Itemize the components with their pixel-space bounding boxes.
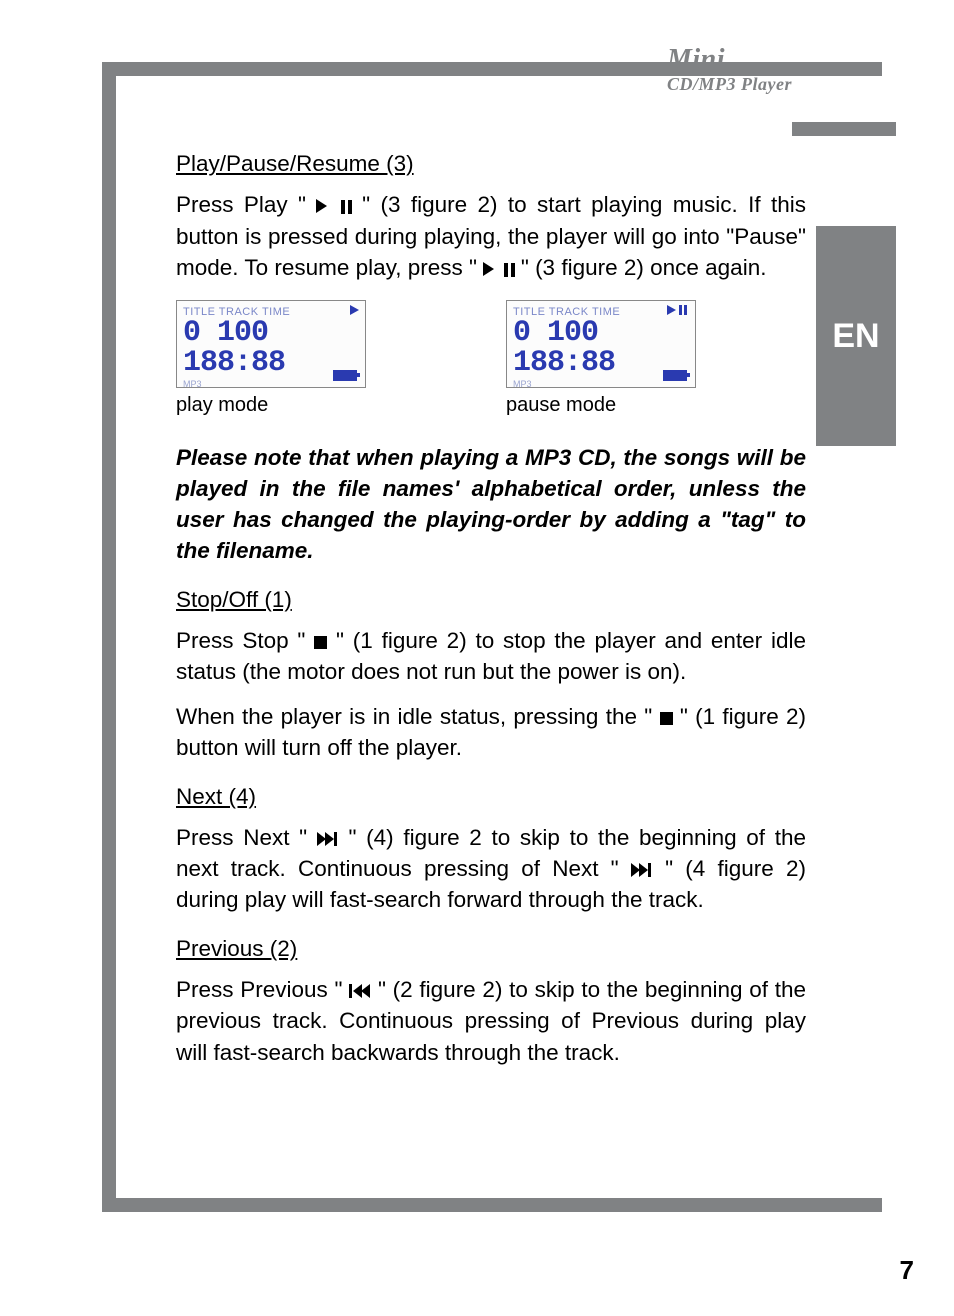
text: Press Previous ": [176, 977, 343, 1002]
text: Press Stop ": [176, 628, 314, 653]
previous-icon: [349, 984, 371, 998]
pause-icon: [338, 190, 352, 221]
language-label: EN: [832, 317, 879, 356]
lcd-play: TITLE TRACK TIME 0 100 188:88 MP3: [176, 300, 366, 388]
text: When the player is in idle status, press…: [176, 704, 660, 729]
stop-paragraph-1: Press Stop " " (1 figure 2) to stop the …: [176, 625, 806, 687]
section-title-next: Next (4): [176, 781, 806, 812]
next-icon: [317, 832, 339, 846]
lcd-caption-pause: pause mode: [506, 392, 696, 420]
next-paragraph: Press Next " " (4) figure 2 to skip to t…: [176, 822, 806, 915]
battery-icon: [333, 370, 357, 381]
page-number: 7: [900, 1255, 914, 1286]
lcd-row: TITLE TRACK TIME 0 100 188:88 MP3 play m…: [176, 300, 806, 420]
header-subtitle: CD/MP3 Player: [667, 74, 792, 95]
play-icon: [483, 262, 494, 276]
text: Press Play ": [176, 192, 316, 217]
text: Press Next ": [176, 825, 307, 850]
section-title-play: Play/Pause/Resume (3): [176, 148, 806, 179]
next-icon: [631, 863, 653, 877]
lcd-play-pause-icon: [667, 305, 689, 320]
play-icon: [316, 199, 327, 213]
lcd-pause-block: TITLE TRACK TIME 0 100 188:88 MP3 pause …: [506, 300, 696, 420]
page-frame: Mini CD/MP3 Player EN Play/Pause/Resume …: [102, 62, 882, 1212]
content-area: Play/Pause/Resume (3) Press Play " " (3 …: [176, 148, 806, 1082]
text: " (3 figure 2) once again.: [521, 255, 767, 280]
pause-icon: [501, 253, 515, 284]
section-title-previous: Previous (2): [176, 933, 806, 964]
header-title: Mini: [667, 44, 792, 76]
lcd-play-block: TITLE TRACK TIME 0 100 188:88 MP3 play m…: [176, 300, 366, 420]
stop-icon: [314, 636, 327, 649]
battery-icon: [663, 370, 687, 381]
lcd-caption-play: play mode: [176, 392, 366, 420]
note-text: Please note that when playing a MP3 CD, …: [176, 442, 806, 566]
lcd-play-icon: [350, 305, 359, 320]
section-title-stop: Stop/Off (1): [176, 584, 806, 615]
stop-icon: [660, 712, 673, 725]
lcd-pause: TITLE TRACK TIME 0 100 188:88 MP3: [506, 300, 696, 388]
header: Mini CD/MP3 Player: [667, 44, 792, 95]
prev-paragraph: Press Previous " " (2 figure 2) to skip …: [176, 974, 806, 1067]
play-paragraph: Press Play " " (3 figure 2) to start pla…: [176, 189, 806, 284]
header-rule: [792, 122, 896, 136]
language-tab: EN: [816, 226, 896, 446]
stop-paragraph-2: When the player is in idle status, press…: [176, 701, 806, 763]
